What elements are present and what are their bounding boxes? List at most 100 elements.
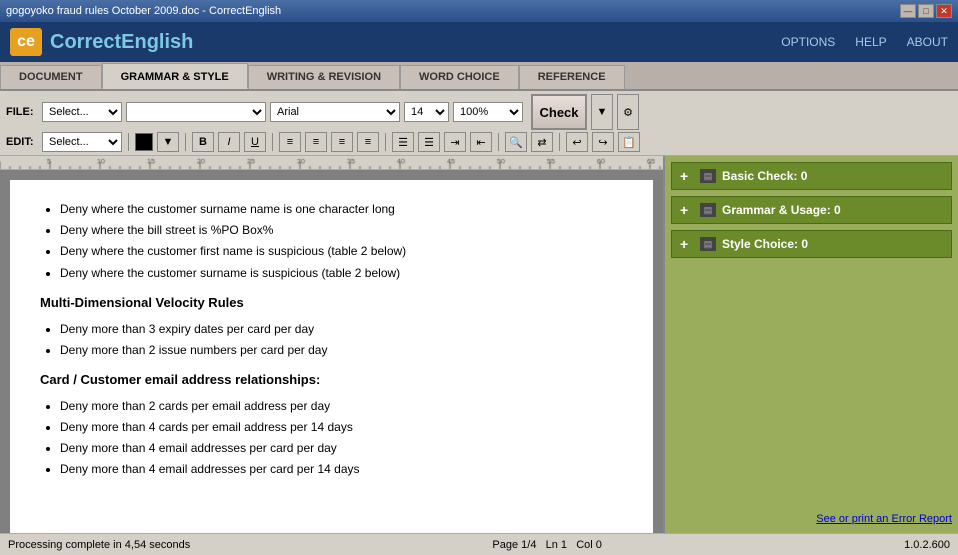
outdent-button[interactable]: ⇤ bbox=[470, 132, 492, 152]
redo-button[interactable]: ↪ bbox=[592, 132, 614, 152]
page-number: Page 1/4 bbox=[492, 539, 536, 551]
col-info: Col 0 bbox=[576, 539, 602, 551]
list-section-2: Deny more than 3 expiry dates per card p… bbox=[60, 320, 623, 360]
edit-select[interactable]: Select... bbox=[42, 132, 122, 152]
list-item: Deny more than 2 issue numbers per card … bbox=[60, 341, 623, 360]
title-bar: gogoyoko fraud rules October 2009.doc - … bbox=[0, 0, 958, 22]
divider-4 bbox=[385, 133, 386, 151]
title-bar-text: gogoyoko fraud rules October 2009.doc - … bbox=[6, 5, 281, 17]
style-select[interactable] bbox=[126, 102, 266, 122]
tab-word-choice[interactable]: WORD CHOICE bbox=[400, 65, 519, 89]
basic-check-item: + ▤ Basic Check: 0 bbox=[671, 162, 952, 190]
font-size-select[interactable]: 14 bbox=[404, 102, 449, 122]
check-dropdown-button[interactable]: ▼ bbox=[591, 94, 613, 130]
grammar-usage-label: Grammar & Usage: 0 bbox=[722, 203, 943, 217]
bold-button[interactable]: B bbox=[192, 132, 214, 152]
list-item: Deny more than 3 expiry dates per card p… bbox=[60, 320, 623, 339]
check-button[interactable]: Check bbox=[531, 94, 587, 130]
divider-3 bbox=[272, 133, 273, 151]
grammar-usage-item: + ▤ Grammar & Usage: 0 bbox=[671, 196, 952, 224]
heading-velocity: Multi-Dimensional Velocity Rules bbox=[40, 293, 623, 314]
underline-button[interactable]: U bbox=[244, 132, 266, 152]
main-area: Deny where the customer surname name is … bbox=[0, 156, 958, 533]
tab-reference[interactable]: REFERENCE bbox=[519, 65, 625, 89]
tab-writing[interactable]: WRITING & REVISION bbox=[248, 65, 400, 89]
edit-label: EDIT: bbox=[6, 136, 38, 148]
right-panel-bottom bbox=[671, 264, 952, 503]
basic-check-label: Basic Check: 0 bbox=[722, 169, 943, 183]
error-report-container: See or print an Error Report bbox=[671, 509, 952, 527]
divider-1 bbox=[128, 133, 129, 151]
list-item: Deny where the customer first name is su… bbox=[60, 242, 623, 261]
bullet-list-button[interactable]: ☰ bbox=[392, 132, 414, 152]
version-info: 1.0.2.600 bbox=[904, 539, 950, 551]
tab-document[interactable]: DOCUMENT bbox=[0, 65, 102, 89]
logo-text: CorrectEnglish bbox=[50, 31, 193, 54]
logo-correct: Correct bbox=[50, 31, 121, 53]
close-button[interactable]: ✕ bbox=[936, 4, 952, 18]
justify-button[interactable]: ≡ bbox=[357, 132, 379, 152]
logo-icon: ce bbox=[10, 28, 42, 56]
minimize-button[interactable]: — bbox=[900, 4, 916, 18]
basic-check-icon: ▤ bbox=[700, 169, 716, 183]
document-scroll[interactable]: Deny where the customer surname name is … bbox=[0, 170, 663, 533]
logo-english: English bbox=[121, 31, 193, 53]
toolbar: FILE: Select... Arial 14 100% Check ▼ ⚙ … bbox=[0, 91, 958, 156]
list-item: Deny where the bill street is %PO Box% bbox=[60, 221, 623, 240]
page-info: Page 1/4 Ln 1 Col 0 bbox=[492, 539, 602, 551]
grammar-usage-expand[interactable]: + bbox=[680, 202, 694, 218]
replace-button[interactable]: ⇄ bbox=[531, 132, 553, 152]
file-select[interactable]: Select... bbox=[42, 102, 122, 122]
processing-status: Processing complete in 4,54 seconds bbox=[8, 539, 190, 551]
list-item: Deny where the customer surname name is … bbox=[60, 200, 623, 219]
indent-button[interactable]: ⇥ bbox=[444, 132, 466, 152]
list-item: Deny where the customer surname is suspi… bbox=[60, 264, 623, 283]
tab-bar: DOCUMENT GRAMMAR & STYLE WRITING & REVIS… bbox=[0, 62, 958, 91]
list-item: Deny more than 4 email addresses per car… bbox=[60, 439, 623, 458]
align-right-button[interactable]: ≡ bbox=[331, 132, 353, 152]
error-report-link[interactable]: See or print an Error Report bbox=[816, 513, 952, 525]
maximize-button[interactable]: □ bbox=[918, 4, 934, 18]
toolbar-row-1: FILE: Select... Arial 14 100% Check ▼ ⚙ bbox=[6, 94, 952, 130]
list-item: Deny more than 4 cards per email address… bbox=[60, 418, 623, 437]
app-header: ce CorrectEnglish OPTIONS HELP ABOUT bbox=[0, 22, 958, 62]
style-choice-icon: ▤ bbox=[700, 237, 716, 251]
list-section-3: Deny more than 2 cards per email address… bbox=[60, 397, 623, 480]
right-panel: + ▤ Basic Check: 0 + ▤ Grammar & Usage: … bbox=[663, 156, 958, 533]
italic-button[interactable]: I bbox=[218, 132, 240, 152]
ruler bbox=[0, 156, 663, 170]
ln-info: Ln 1 bbox=[546, 539, 567, 551]
style-choice-label: Style Choice: 0 bbox=[722, 237, 943, 251]
basic-check-expand[interactable]: + bbox=[680, 168, 694, 184]
align-left-button[interactable]: ≡ bbox=[279, 132, 301, 152]
zoom-select[interactable]: 100% bbox=[453, 102, 523, 122]
divider-6 bbox=[559, 133, 560, 151]
header-nav: OPTIONS HELP ABOUT bbox=[781, 35, 948, 49]
color-dropdown[interactable]: ▼ bbox=[157, 132, 179, 152]
nav-options[interactable]: OPTIONS bbox=[781, 35, 835, 49]
align-center-button[interactable]: ≡ bbox=[305, 132, 327, 152]
settings-button[interactable]: ⚙ bbox=[617, 94, 639, 130]
heading-email: Card / Customer email address relationsh… bbox=[40, 370, 623, 391]
divider-2 bbox=[185, 133, 186, 151]
document-area: Deny where the customer surname name is … bbox=[0, 156, 663, 533]
nav-about[interactable]: ABOUT bbox=[907, 35, 948, 49]
find-button[interactable]: 🔍 bbox=[505, 132, 527, 152]
app-window: ce CorrectEnglish OPTIONS HELP ABOUT DOC… bbox=[0, 22, 958, 555]
undo-button[interactable]: ↩ bbox=[566, 132, 588, 152]
grammar-usage-icon: ▤ bbox=[700, 203, 716, 217]
paste-button[interactable]: 📋 bbox=[618, 132, 640, 152]
style-choice-item: + ▤ Style Choice: 0 bbox=[671, 230, 952, 258]
window-controls: — □ ✕ bbox=[900, 4, 952, 18]
nav-help[interactable]: HELP bbox=[855, 35, 886, 49]
list-item: Deny more than 2 cards per email address… bbox=[60, 397, 623, 416]
numbered-list-button[interactable]: ☰ bbox=[418, 132, 440, 152]
color-picker[interactable] bbox=[135, 133, 153, 151]
list-section-1: Deny where the customer surname name is … bbox=[60, 200, 623, 283]
style-choice-expand[interactable]: + bbox=[680, 236, 694, 252]
status-bar: Processing complete in 4,54 seconds Page… bbox=[0, 533, 958, 555]
tab-grammar[interactable]: GRAMMAR & STYLE bbox=[102, 63, 248, 89]
logo: ce CorrectEnglish bbox=[10, 28, 193, 56]
ruler-canvas bbox=[0, 156, 663, 169]
font-select[interactable]: Arial bbox=[270, 102, 400, 122]
